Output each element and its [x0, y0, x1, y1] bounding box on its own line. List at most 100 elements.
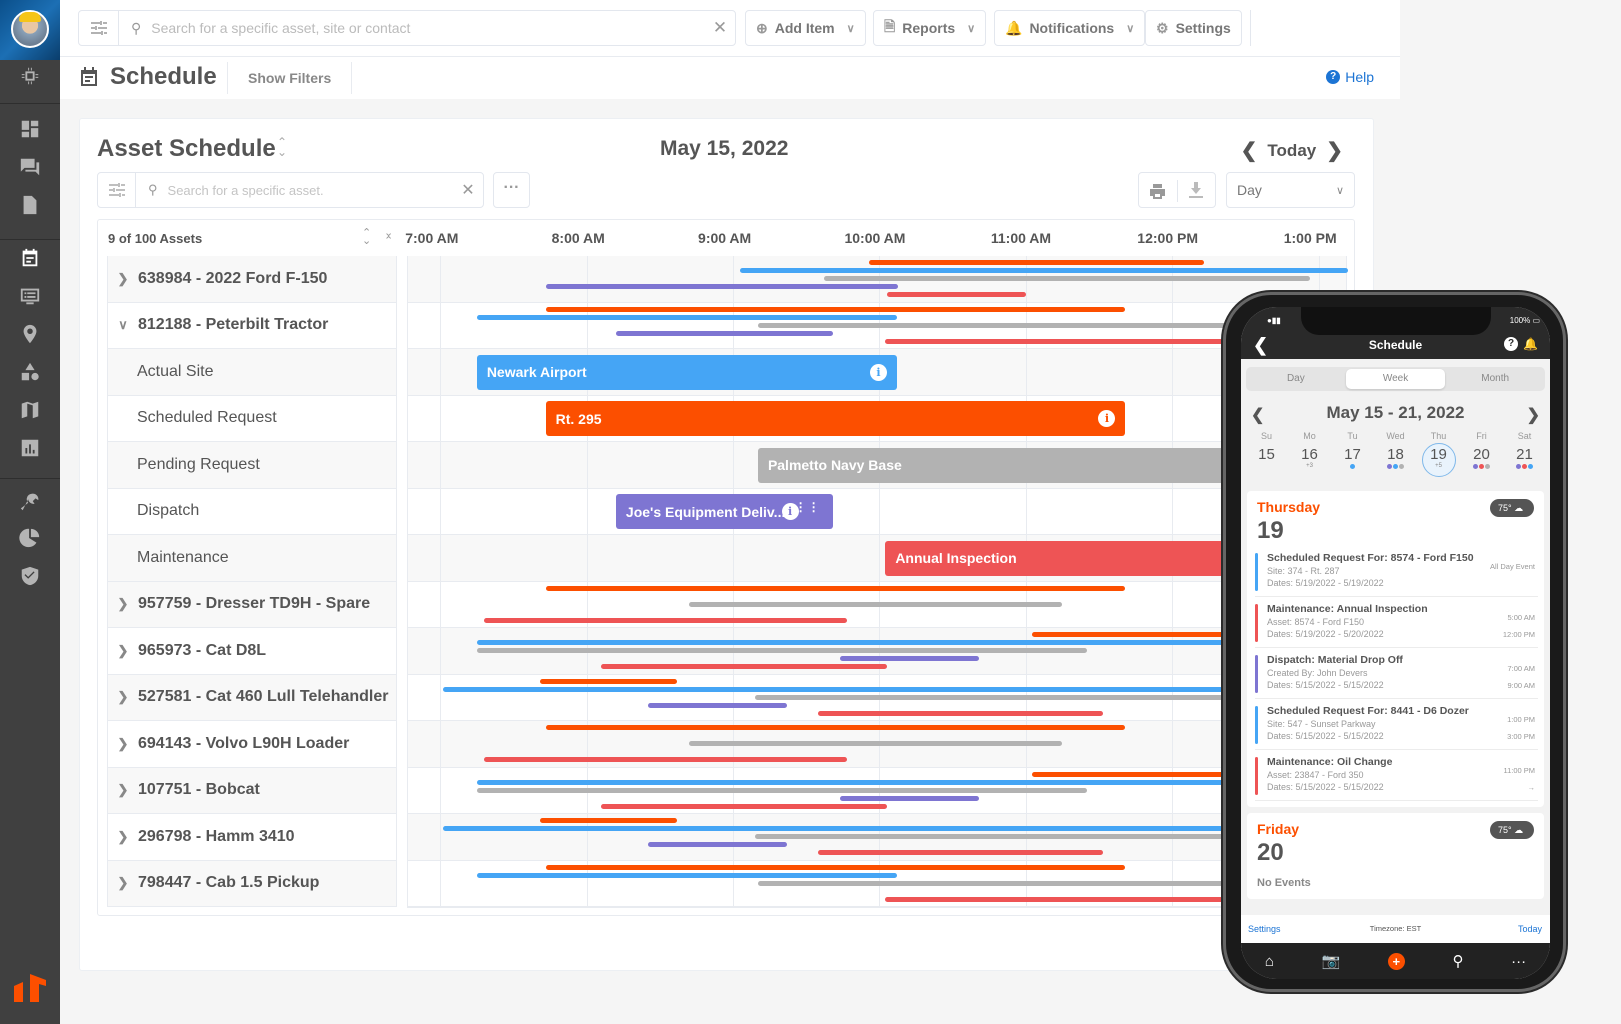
chevron-right-icon[interactable]: ❯: [108, 875, 138, 891]
asset-row[interactable]: ❯ 694143 - Volvo L90H Loader: [107, 721, 397, 768]
event-line-maintenance[interactable]: [601, 803, 887, 809]
asset-row[interactable]: ❯ 638984 - 2022 Ford F-150: [107, 256, 397, 303]
sort-icon[interactable]: ⌃ ⌄: [362, 228, 371, 247]
phone-event-item[interactable]: Maintenance: Oil Change Asset: 23847 - Fo…: [1255, 753, 1538, 801]
list-monitor-icon[interactable]: [0, 282, 60, 310]
asset-row[interactable]: ❯ 107751 - Bobcat: [107, 767, 397, 814]
phone-event-item[interactable]: Scheduled Request For: 8574 - Ford F150 S…: [1255, 549, 1538, 597]
event-line-pending[interactable]: [689, 601, 1063, 607]
show-filters-button[interactable]: Show Filters: [227, 62, 353, 94]
messages-icon[interactable]: [0, 153, 60, 181]
user-avatar[interactable]: [0, 0, 60, 60]
event-line-maintenance[interactable]: [601, 664, 887, 669]
help-link[interactable]: ? Help: [1326, 69, 1374, 85]
event-line-dispatch[interactable]: [839, 795, 980, 801]
help-icon[interactable]: ?: [1504, 337, 1518, 351]
event-line-maintenance[interactable]: [484, 617, 848, 623]
asset-search-input[interactable]: [167, 182, 453, 198]
event-block-dispatch[interactable]: Joe's Equipment Deliv... i ⋮⋮: [615, 494, 833, 529]
document-icon[interactable]: [0, 191, 60, 219]
next-week-button[interactable]: ❯: [1527, 405, 1540, 425]
event-line-site[interactable]: [443, 686, 1319, 692]
chip-icon[interactable]: [0, 62, 60, 90]
week-day[interactable]: Tu 17: [1331, 431, 1374, 481]
calendar-icon[interactable]: [0, 244, 60, 272]
event-line-scheduled[interactable]: [869, 260, 1205, 265]
info-icon[interactable]: i: [1098, 410, 1116, 427]
event-block-scheduled[interactable]: Rt. 295 i: [545, 401, 1126, 436]
event-line-maintenance[interactable]: [484, 757, 848, 762]
filter-sliders-icon[interactable]: [79, 11, 119, 45]
week-day[interactable]: Sat 21: [1503, 431, 1546, 481]
map-icon[interactable]: [0, 396, 60, 424]
phone-event-item[interactable]: Scheduled Request For: 8441 - D6 Dozer Si…: [1255, 702, 1538, 750]
add-icon[interactable]: +: [1387, 952, 1405, 970]
asset-row[interactable]: ❯ 527581 - Cat 460 Lull Telehandler: [107, 674, 397, 721]
shapes-icon[interactable]: [0, 358, 60, 386]
event-line-scheduled[interactable]: [545, 864, 1126, 870]
more-icon[interactable]: ···: [1511, 953, 1526, 970]
event-line-site[interactable]: [476, 314, 898, 320]
location-pin-icon[interactable]: [0, 320, 60, 348]
home-icon[interactable]: ⌂: [1265, 953, 1274, 970]
event-line-dispatch[interactable]: [648, 842, 788, 847]
today-button[interactable]: Today: [1267, 141, 1316, 161]
event-line-scheduled[interactable]: [545, 585, 1126, 591]
chevron-right-icon[interactable]: ❯: [108, 689, 138, 705]
add-item-button[interactable]: ⊕ Add Item ∨: [745, 10, 866, 46]
settings-button[interactable]: ⚙ Settings: [1145, 10, 1242, 46]
phone-event-item[interactable]: Maintenance: Annual Inspection Asset: 857…: [1255, 600, 1538, 648]
week-day[interactable]: Fri 20: [1460, 431, 1503, 481]
prev-day-button[interactable]: ❮: [1241, 138, 1258, 163]
asset-row[interactable]: ∨ 812188 - Peterbilt Tractor: [107, 302, 397, 349]
chevron-right-icon[interactable]: ❯: [108, 643, 138, 659]
asset-row[interactable]: ❯ 957759 - Dresser TD9H - Spare: [107, 581, 397, 628]
phone-event-item[interactable]: Dispatch: Material Drop Off Created By: J…: [1255, 651, 1538, 699]
week-day[interactable]: Su 15: [1245, 431, 1288, 481]
event-line-site[interactable]: [476, 640, 1319, 645]
download-button[interactable]: [1178, 173, 1216, 207]
event-block-site[interactable]: Newark Airport i: [476, 354, 898, 390]
segment-month[interactable]: Month: [1445, 367, 1545, 391]
notifications-button[interactable]: 🔔 Notifications ∨: [994, 10, 1146, 46]
bell-icon[interactable]: 🔔: [1523, 337, 1538, 351]
view-select[interactable]: Day ∨: [1226, 172, 1355, 208]
event-line-pending[interactable]: [476, 787, 1088, 793]
clear-search-icon[interactable]: ✕: [705, 18, 735, 38]
bar-chart-icon[interactable]: [0, 434, 60, 462]
event-line-site[interactable]: [476, 779, 1319, 785]
filter-sliders-icon[interactable]: [98, 173, 136, 207]
event-line-dispatch[interactable]: [839, 656, 980, 661]
event-line-pending[interactable]: [476, 648, 1088, 653]
week-day[interactable]: Wed 18: [1374, 431, 1417, 481]
event-line-site[interactable]: [443, 826, 1319, 831]
segment-week[interactable]: Week: [1345, 369, 1446, 389]
search-icon[interactable]: ⚲: [1452, 952, 1463, 970]
next-day-button[interactable]: ❯: [1326, 138, 1343, 163]
event-line-site[interactable]: [476, 872, 898, 878]
event-line-scheduled[interactable]: [539, 818, 678, 823]
wrench-icon[interactable]: [0, 488, 60, 516]
chevron-right-icon[interactable]: ❯: [108, 782, 138, 798]
collapse-all-icon[interactable]: ⌄ ⌃: [384, 228, 393, 247]
chevron-right-icon[interactable]: ❯: [108, 596, 138, 612]
chevron-right-icon[interactable]: ❯: [108, 829, 138, 845]
reports-button[interactable]: 🗎 Reports ∨: [873, 10, 987, 46]
event-line-maintenance[interactable]: [886, 292, 1026, 297]
chevron-right-icon[interactable]: ❯: [108, 271, 138, 287]
clear-search-icon[interactable]: ✕: [453, 180, 483, 200]
chevron-down-icon[interactable]: ∨: [108, 317, 138, 333]
event-line-scheduled[interactable]: [545, 306, 1126, 312]
event-line-dispatch[interactable]: [648, 702, 788, 708]
asset-row[interactable]: ❯ 296798 - Hamm 3410: [107, 814, 397, 861]
more-options-button[interactable]: ···: [493, 172, 530, 208]
dashboard-icon[interactable]: [0, 115, 60, 143]
event-line-maintenance[interactable]: [817, 850, 1104, 855]
shield-check-icon[interactable]: [0, 562, 60, 590]
week-day[interactable]: Thu 19 +5: [1417, 431, 1460, 481]
event-line-scheduled[interactable]: [539, 678, 678, 684]
event-line-maintenance[interactable]: [817, 710, 1104, 716]
week-day[interactable]: Mo 16 +3: [1288, 431, 1331, 481]
asset-row[interactable]: ❯ 798447 - Cab 1.5 Pickup: [107, 860, 397, 907]
event-line-dispatch[interactable]: [545, 284, 899, 289]
